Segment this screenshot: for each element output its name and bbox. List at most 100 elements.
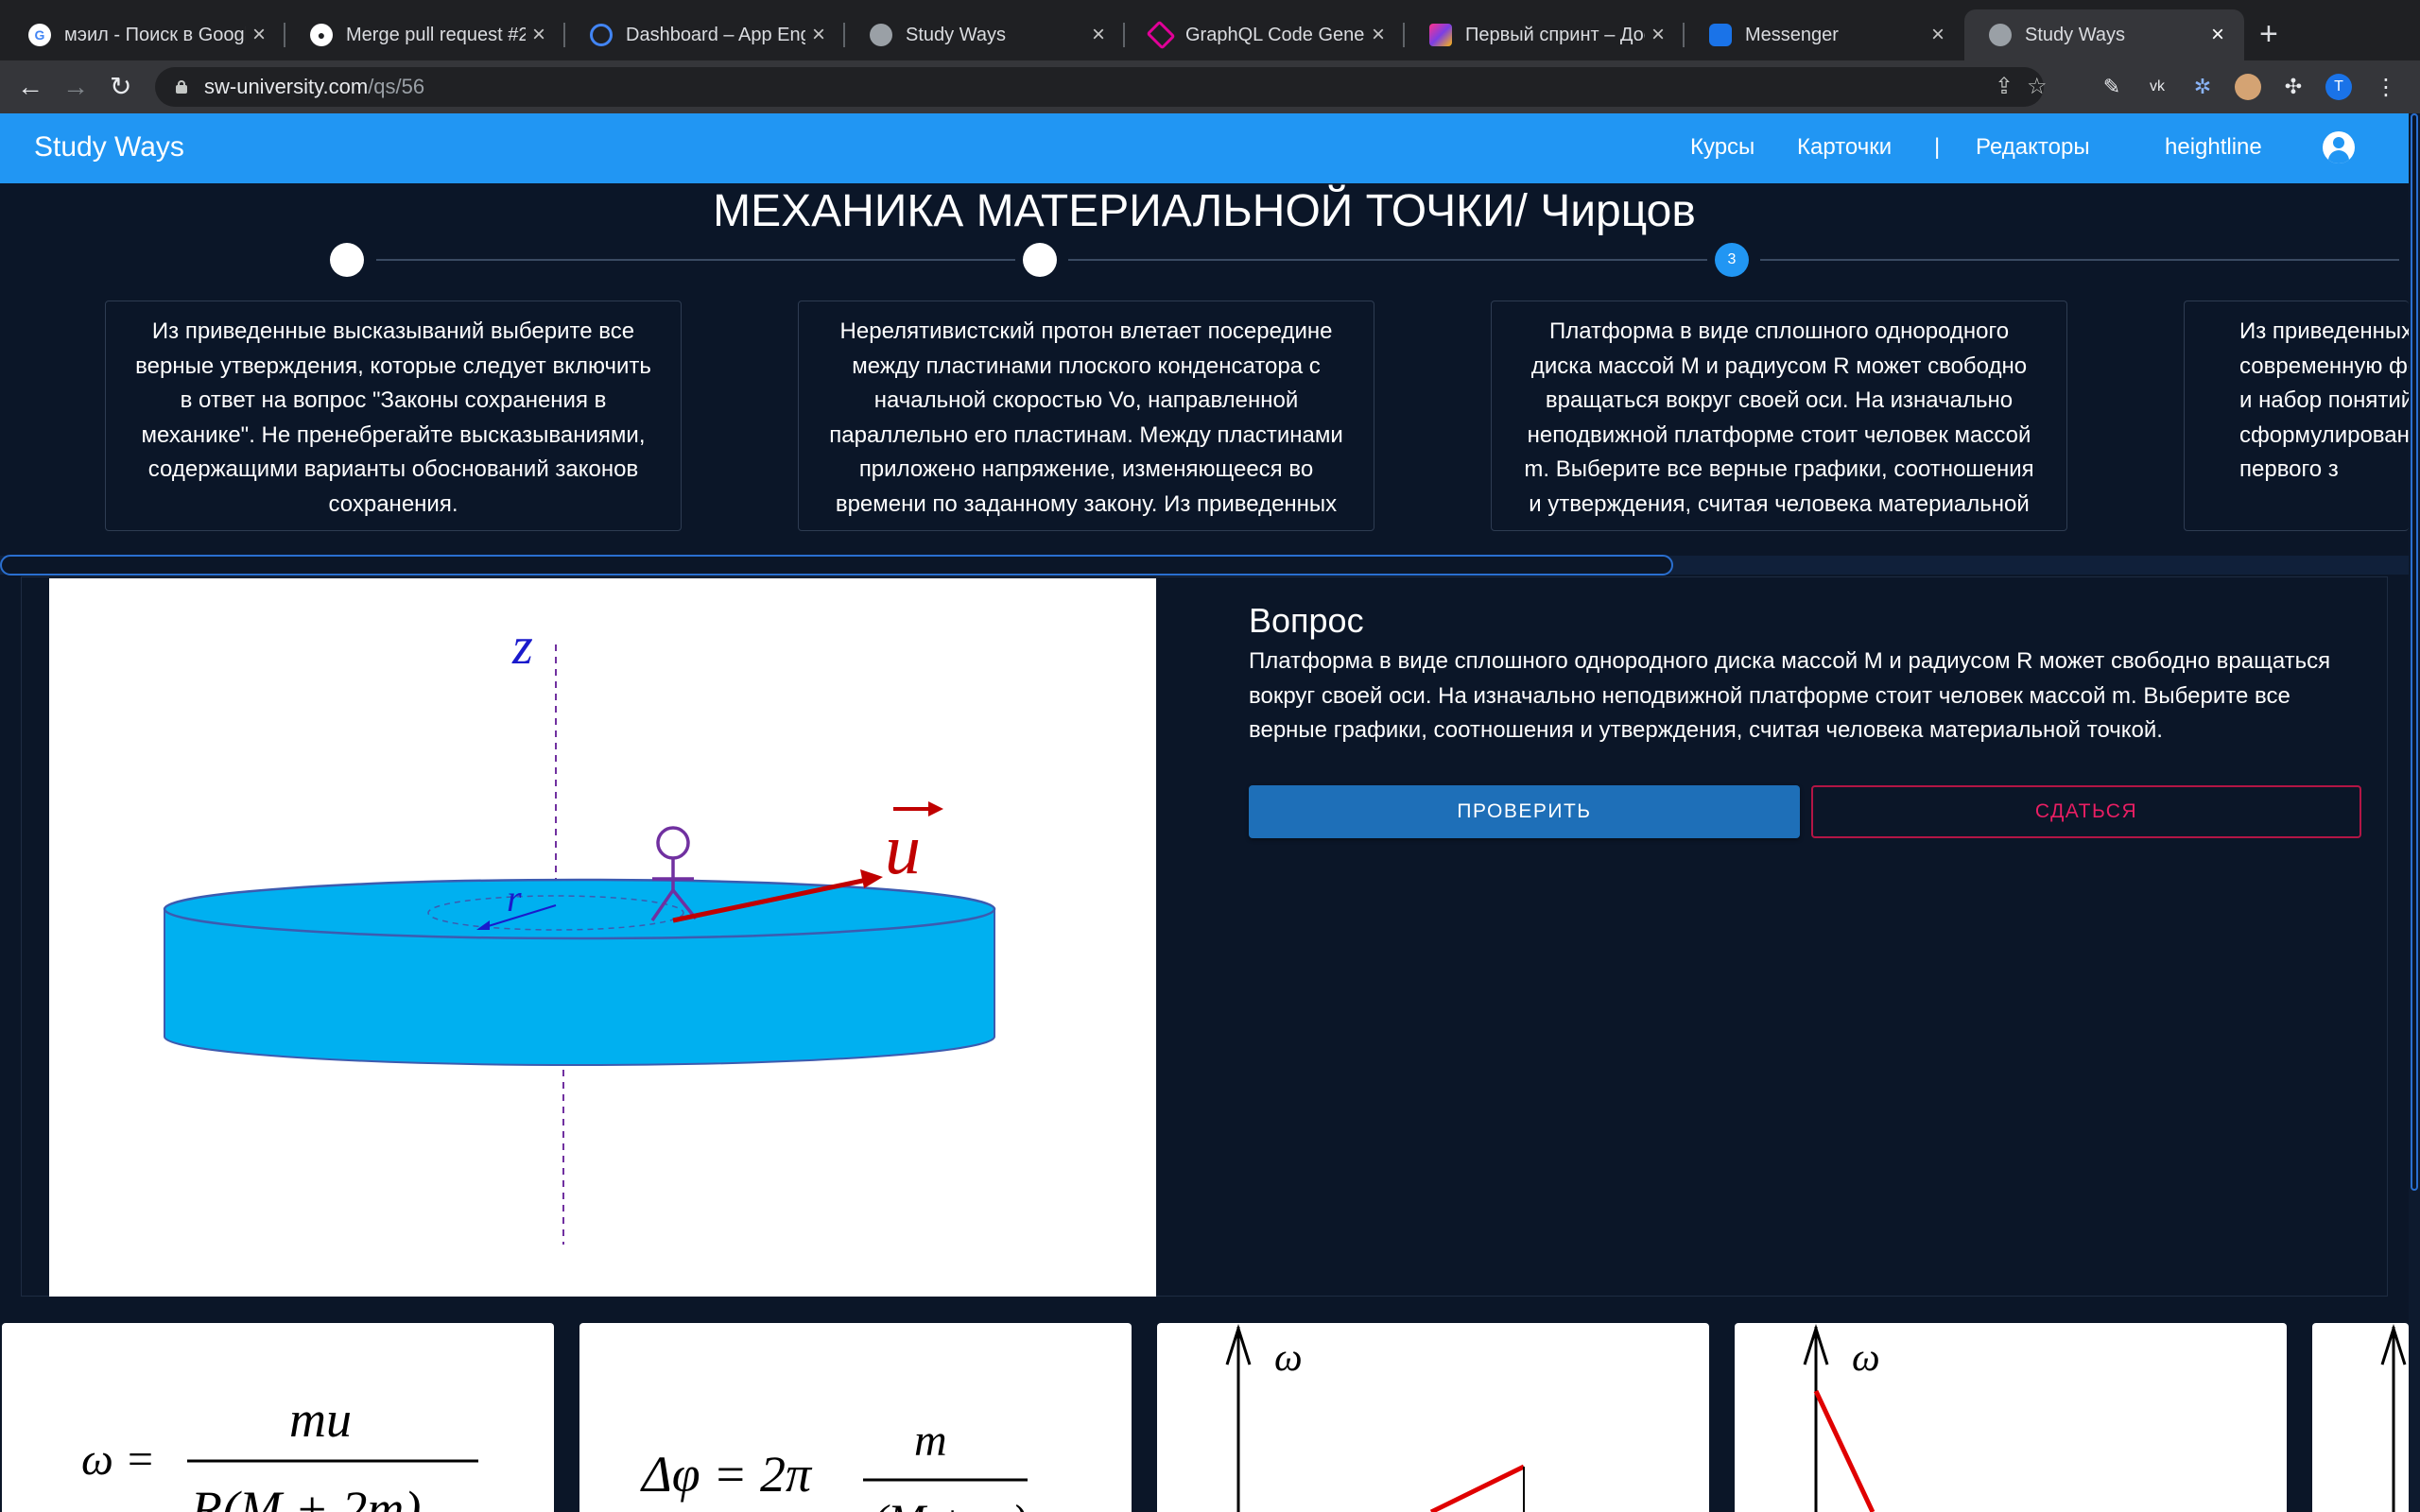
question-figure: z r u — [49, 578, 1156, 1297]
browser-tab[interactable]: Messenger × — [1685, 9, 1964, 60]
extension-owl-icon[interactable] — [2235, 74, 2261, 100]
close-icon[interactable]: × — [2204, 22, 2231, 48]
answer-card[interactable]: ω — [1735, 1323, 2287, 1512]
browser-tab[interactable]: GraphQL Code Generator × — [1125, 9, 1405, 60]
github-icon: ● — [310, 24, 333, 46]
app-engine-icon — [590, 24, 613, 46]
address-bar[interactable]: sw-university.com/qs/56 ⇪ ☆ — [155, 67, 2048, 107]
close-icon[interactable]: × — [1365, 22, 1392, 48]
globe-icon — [1989, 24, 2012, 46]
graph-partial — [2380, 1324, 2407, 1512]
nav-username[interactable]: heightline — [2165, 134, 2262, 161]
page-scrollbar[interactable] — [2409, 113, 2420, 1512]
tab-title: GraphQL Code Generator — [1185, 24, 1365, 45]
account-circle-icon[interactable] — [2323, 131, 2355, 163]
graph-omega-falling: ω — [1803, 1324, 1880, 1512]
formula-lhs: Δφ = 2π — [640, 1446, 813, 1503]
browser-toolbar: ← → ↻ sw-university.com/qs/56 ⇪ ☆ ✎ vk ✲… — [0, 60, 2420, 113]
tab-title: Merge pull request #21 — [346, 24, 526, 45]
question-card[interactable]: Из приведенных современную фо Ньютона и … — [2184, 301, 2409, 531]
question-text: Платформа в виде сплошного однородного д… — [1249, 648, 2331, 743]
extensions-puzzle-icon[interactable]: ✣ — [2280, 74, 2307, 100]
formula-numerator: mu — [289, 1391, 352, 1448]
bookmark-star-icon[interactable]: ☆ — [2027, 73, 2048, 100]
question-card-text: Нерелятивистский протон влетает посереди… — [829, 318, 1343, 517]
check-button[interactable]: ПРОВЕРИТЬ — [1249, 785, 1800, 838]
tab-title: Первый спринт – Доски — [1465, 24, 1645, 45]
close-icon[interactable]: × — [1645, 22, 1671, 48]
browser-tabstrip: G мэил - Поиск в Google × ● Merge pull r… — [0, 0, 2420, 60]
messenger-icon — [1709, 24, 1732, 46]
back-icon[interactable]: ← — [17, 72, 43, 102]
question-card-text: Из приведенных современную фо Ньютона и … — [2239, 318, 2409, 482]
stepper-connector — [376, 259, 1015, 261]
velocity-u-label: u — [885, 810, 921, 889]
share-icon[interactable]: ⇪ — [1995, 73, 2014, 100]
tab-title: Study Ways — [906, 24, 1006, 45]
graph-curve — [1429, 1464, 1526, 1512]
close-icon[interactable]: × — [526, 22, 552, 48]
question-card-active[interactable]: Платформа в виде сплошного однородного д… — [1491, 301, 2067, 531]
extension-sparkle-icon[interactable]: ✲ — [2189, 74, 2216, 100]
nav-divider: | — [1934, 134, 1941, 160]
tab-title: Messenger — [1745, 24, 1839, 45]
formula-delta-phi: Δφ = 2π m (M + m) — [640, 1416, 1028, 1512]
nav-cards[interactable]: Карточки — [1797, 134, 1892, 161]
tab-title: Study Ways — [2025, 24, 2125, 45]
lock-icon — [176, 80, 187, 94]
answer-card[interactable]: ω = mu R(M + 2m) — [2, 1323, 554, 1512]
nav-editors[interactable]: Редакторы — [1976, 134, 2090, 161]
extension-pen-icon[interactable]: ✎ — [2099, 74, 2125, 100]
question-heading: Вопрос — [1249, 601, 1364, 640]
app-header: Study Ways Курсы Карточки | Редакторы he… — [0, 113, 2409, 183]
velocity-u-arrow-tip — [928, 801, 943, 816]
graph-axis-label: ω — [1274, 1336, 1303, 1380]
graph-axis-label: ω — [1852, 1336, 1880, 1380]
close-icon[interactable]: × — [246, 22, 272, 48]
nav-courses[interactable]: Курсы — [1690, 134, 1754, 161]
tab-title: мэил - Поиск в Google — [64, 24, 246, 45]
stepper-connector — [1068, 259, 1707, 261]
forward-icon[interactable]: → — [62, 72, 89, 102]
close-icon[interactable]: × — [1925, 22, 1951, 48]
formula-denominator: R(M + 2m) — [190, 1481, 421, 1512]
question-card[interactable]: Из приведенные высказываний выберите все… — [105, 301, 682, 531]
give-up-button[interactable]: СДАТЬСЯ — [1811, 785, 2361, 838]
globe-icon — [870, 24, 892, 46]
extension-vk-icon[interactable]: vk — [2144, 74, 2170, 100]
answer-card[interactable] — [2312, 1323, 2409, 1512]
answer-card[interactable]: ω — [1157, 1323, 1709, 1512]
profile-avatar[interactable]: T — [2325, 74, 2352, 100]
browser-tab[interactable]: G мэил - Поиск в Google × — [4, 9, 285, 60]
new-tab-button[interactable]: + — [2259, 17, 2278, 51]
page-title: МЕХАНИКА МАТЕРИАЛЬНОЙ ТОЧКИ/ Чирцов — [713, 186, 1696, 236]
question-card-text: Платформа в виде сплошного однородного д… — [1524, 318, 2034, 517]
page-scrollbar-thumb[interactable] — [2411, 113, 2418, 1191]
graphql-icon — [1146, 20, 1176, 50]
formula-numerator: m — [914, 1416, 947, 1466]
platform-diagram: z r u — [163, 617, 996, 1245]
formula-denominator: (M + m) — [873, 1496, 1027, 1512]
axis-z-label: z — [511, 617, 533, 676]
browser-tab-active[interactable]: Study Ways × — [1964, 9, 2244, 60]
stepper-step[interactable] — [1023, 243, 1057, 277]
stepper-step[interactable] — [330, 243, 364, 277]
url-host: sw-university.com — [204, 75, 369, 98]
browser-tab[interactable]: ● Merge pull request #21 × — [285, 9, 565, 60]
brand-logo[interactable]: Study Ways — [34, 131, 184, 163]
browser-tab[interactable]: Dashboard – App Engine × — [565, 9, 845, 60]
google-icon: G — [28, 24, 51, 46]
menu-kebab-icon[interactable]: ⋮ — [2373, 74, 2399, 100]
close-icon[interactable]: × — [1085, 22, 1112, 48]
question-card[interactable]: Нерелятивистский протон влетает посереди… — [798, 301, 1374, 531]
stepper-step-active[interactable]: 3 — [1715, 243, 1749, 277]
answer-card[interactable]: Δφ = 2π m (M + m) — [579, 1323, 1132, 1512]
carousel-scrollbar-thumb[interactable] — [0, 555, 1673, 576]
velocity-arrowhead — [860, 869, 883, 888]
close-icon[interactable]: × — [805, 22, 832, 48]
reload-icon[interactable]: ↻ — [110, 72, 131, 102]
browser-tab[interactable]: Study Ways × — [845, 9, 1125, 60]
formula-lhs: ω = — [81, 1435, 155, 1485]
graph-curve — [1813, 1389, 1876, 1512]
browser-tab[interactable]: Первый спринт – Доски × — [1405, 9, 1685, 60]
